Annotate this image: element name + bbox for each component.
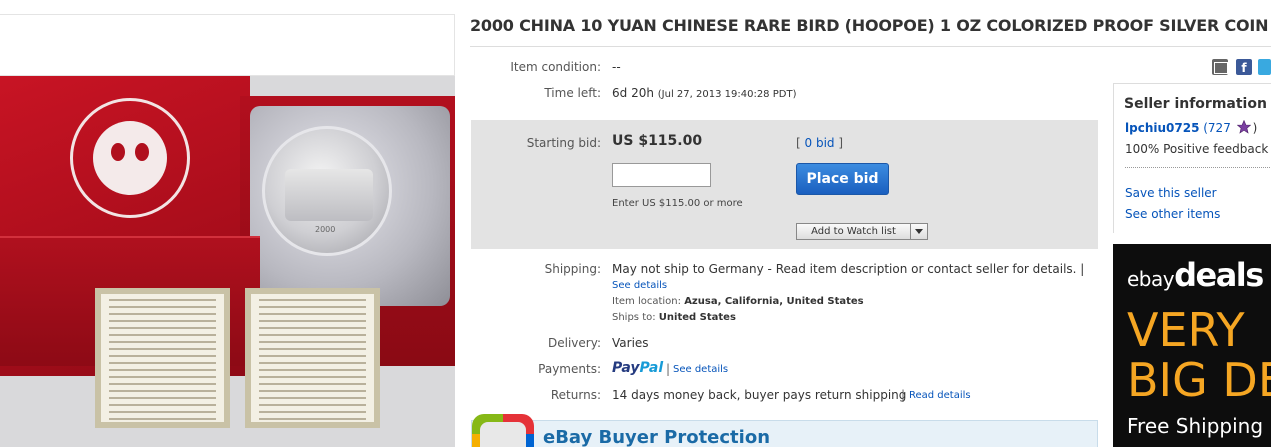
delivery-label: Delivery:: [548, 336, 601, 350]
ships-to: Ships to: United States: [612, 312, 736, 323]
ad-headline-2: BIG DE: [1127, 353, 1271, 407]
seller-name-row: lpchiu0725 (727 ): [1125, 120, 1258, 135]
feedback-star-icon[interactable]: [1236, 120, 1251, 134]
payments-separator: |: [666, 362, 671, 376]
certificate-english: [245, 288, 380, 428]
ebay-deals-logo: ebaydeals: [1127, 256, 1264, 294]
buyer-protection-title[interactable]: eBay Buyer Protection: [543, 427, 770, 447]
item-location: Item location: Azusa, California, United…: [612, 296, 864, 307]
place-bid-button[interactable]: Place bid: [796, 163, 889, 195]
item-location-value: Azusa, California, United States: [684, 296, 864, 307]
twitter-icon[interactable]: [1258, 59, 1271, 75]
seller-divider: [1125, 167, 1271, 168]
delivery-value: Varies: [612, 336, 649, 350]
ad-free-shipping: Free Shipping: [1127, 414, 1264, 438]
ships-to-value: United States: [658, 312, 736, 323]
see-other-items-link[interactable]: See other items: [1125, 207, 1220, 221]
time-left-value: 6d 20h (Jul 27, 2013 19:40:28 PDT): [612, 86, 796, 100]
starting-bid-label: Starting bid:: [526, 136, 601, 150]
product-photo[interactable]: 2000: [0, 76, 455, 447]
item-condition-value: --: [612, 60, 621, 74]
shipping-see-details-link[interactable]: See details: [612, 280, 667, 291]
shield-icon: [472, 414, 534, 447]
title-divider: [470, 46, 1271, 47]
seller-info-heading: Seller information: [1124, 96, 1267, 112]
bid-minimum-note: Enter US $115.00 or more: [612, 198, 743, 209]
starting-bid-price: US $115.00: [612, 133, 703, 149]
seller-info-panel: Seller information lpchiu0725 (727 ) 100…: [1113, 83, 1271, 233]
facebook-icon[interactable]: f: [1236, 59, 1252, 75]
watch-list-button[interactable]: Add to Watch list: [796, 223, 928, 240]
time-left-end: (Jul 27, 2013 19:40:28 PDT): [657, 89, 797, 100]
dropdown-arrow-icon[interactable]: [915, 229, 923, 234]
returns-label: Returns:: [550, 388, 601, 402]
bid-count: [ 0 bid ]: [796, 136, 844, 150]
certificate-chinese: [95, 288, 230, 428]
photo-top-strip: [0, 14, 455, 76]
panda-logo: [70, 98, 190, 218]
shipping-label: Shipping:: [544, 262, 601, 276]
silver-coin: 2000: [262, 126, 392, 256]
bid-amount-input[interactable]: [612, 163, 711, 187]
coin-year: 2000: [315, 225, 336, 234]
shipping-text: May not ship to Germany - Read item desc…: [612, 262, 1085, 276]
time-left-duration: 6d 20h: [612, 86, 654, 100]
payments-see-details-link[interactable]: See details: [673, 364, 728, 375]
returns-text: 14 days money back, buyer pays return sh…: [612, 388, 907, 402]
seller-username-link[interactable]: lpchiu0725: [1125, 121, 1199, 135]
item-condition-label: Item condition:: [510, 60, 601, 74]
time-left-label: Time left:: [544, 86, 601, 100]
save-seller-link[interactable]: Save this seller: [1125, 186, 1217, 200]
paypal-logo: PayPal: [612, 360, 664, 376]
listing-title: 2000 CHINA 10 YUAN CHINESE RARE BIRD (HO…: [470, 16, 1269, 35]
ad-headline-1: VERY: [1127, 303, 1245, 357]
feedback-score-link[interactable]: (727: [1199, 121, 1234, 135]
email-share-icon[interactable]: [1212, 59, 1228, 75]
positive-feedback: 100% Positive feedback: [1125, 142, 1269, 156]
ebay-deals-ad[interactable]: ebaydeals VERY BIG DE Free Shipping: [1113, 244, 1271, 447]
returns-read-details-link[interactable]: Read details: [909, 390, 971, 401]
watch-list-label[interactable]: Add to Watch list: [797, 224, 911, 239]
payments-label: Payments:: [538, 362, 601, 376]
bid-history-link[interactable]: 0 bid: [805, 136, 835, 150]
returns-separator: |: [901, 388, 906, 402]
